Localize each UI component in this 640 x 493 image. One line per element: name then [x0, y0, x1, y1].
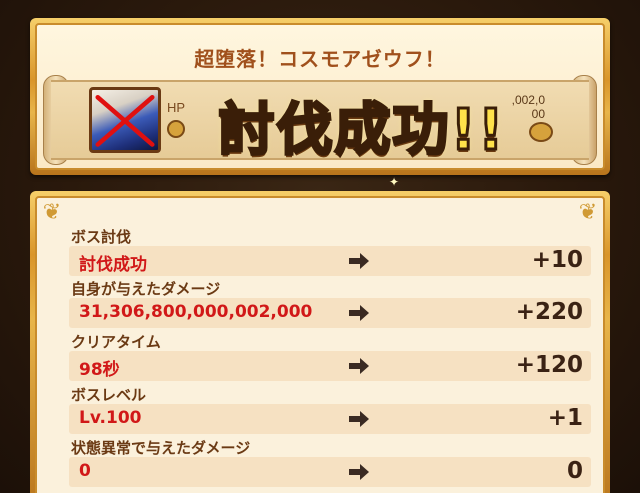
- corner-ornament-icon: ❦: [578, 200, 598, 225]
- result-row-points: +10: [531, 247, 583, 273]
- result-row-value: 討伐成功: [79, 255, 147, 275]
- hp-bar-left-cap: [167, 120, 185, 138]
- corner-ornament-icon: ❦: [42, 200, 62, 225]
- right-arrow-icon: [349, 253, 369, 269]
- result-row-value: 98秒: [79, 360, 120, 380]
- results-inner: ❦ ❦ ボス討伐 討伐成功 +10 自身が与えたダメージ 31,306,800,000,…: [35, 196, 605, 493]
- sparkle-icon: ✦: [389, 175, 400, 189]
- result-row-label: ボスレベル: [71, 386, 147, 404]
- result-row-points: +1: [547, 405, 583, 431]
- right-arrow-icon: [349, 358, 369, 374]
- result-row-value: 31,306,800,000,002,000: [79, 302, 313, 322]
- result-row: Lv.100 +1: [69, 404, 591, 434]
- result-row-value: Lv.100: [79, 408, 142, 428]
- boss-name-title: 超堕落！コスモアゼウフ！: [194, 47, 446, 71]
- result-row-value: 0: [79, 461, 91, 481]
- result-row-points: 0: [566, 458, 583, 484]
- hp-bar-right-cap: [529, 122, 553, 142]
- battle-result-banner: 超堕落！コスモアゼウフ！ HP ,002,0 00 討伐成功!! ✦: [30, 18, 610, 189]
- result-row-label: 状態異常で与えたダメージ: [71, 439, 251, 457]
- result-row-points: +220: [515, 299, 583, 325]
- result-row-points: +120: [515, 352, 583, 378]
- hp-label: HP: [167, 100, 186, 115]
- result-row: 98秒 +120: [69, 351, 591, 381]
- result-row: 討伐成功 +10: [69, 246, 591, 276]
- right-arrow-icon: [349, 411, 369, 427]
- result-row: 00: [69, 457, 591, 487]
- result-row-label: 自身が与えたダメージ: [71, 280, 221, 298]
- result-row-label: クリアタイム: [71, 333, 161, 351]
- result-row-label: ボス討伐: [71, 228, 132, 246]
- victory-text: 討伐成功!!: [217, 96, 506, 164]
- result-row: 31,306,800,000,002,000 +220: [69, 298, 591, 328]
- cross-mark-icon: [95, 95, 155, 147]
- right-arrow-icon: [349, 464, 369, 480]
- right-arrow-icon: [349, 305, 369, 321]
- results-panel: ❦ ❦ ボス討伐 討伐成功 +10 自身が与えたダメージ 31,306,800,000,…: [30, 191, 610, 493]
- banner-inner: 超堕落！コスモアゼウフ！ HP ,002,0 00 討伐成功!! ✦: [35, 23, 605, 189]
- boss-portrait: [89, 87, 161, 153]
